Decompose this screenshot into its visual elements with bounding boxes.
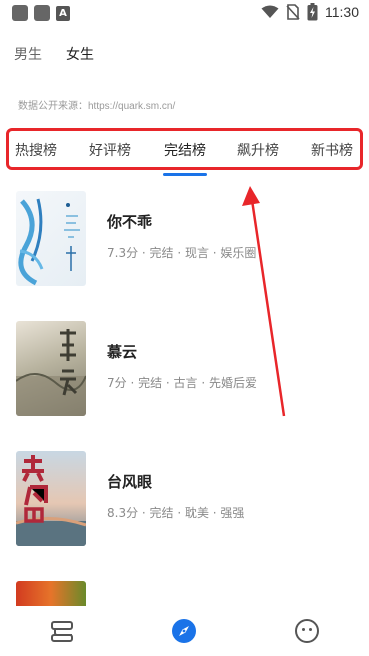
- book-cover: [16, 451, 86, 546]
- tab-male[interactable]: 男生: [14, 44, 42, 64]
- tab-new-books[interactable]: 新书榜: [311, 140, 353, 160]
- book-cover: [16, 581, 86, 606]
- book-title: 台风眼: [107, 473, 153, 491]
- status-notifications: A: [12, 5, 70, 21]
- book-title: 慕云: [107, 343, 138, 361]
- notification-icon: [12, 5, 28, 21]
- tab-rising[interactable]: 飙升榜: [237, 140, 279, 160]
- data-source-note: 数据公开来源：https://quark.sm.cn/: [18, 101, 176, 112]
- status-system: 11:30: [261, 3, 359, 21]
- book-meta: 8.3分 · 完结 · 耽美 · 强强: [107, 506, 245, 520]
- no-sim-icon: [286, 4, 300, 20]
- book-cover: [16, 191, 86, 286]
- book-item[interactable]: [16, 581, 346, 606]
- battery-icon: [307, 3, 318, 21]
- tab-hot-search[interactable]: 热搜榜: [15, 140, 57, 160]
- notification-a-icon: A: [56, 6, 70, 21]
- wifi-icon: [261, 5, 279, 18]
- rank-tabs: 热搜榜 好评榜 完结榜 飙升榜 新书榜: [6, 128, 363, 170]
- compass-icon[interactable]: [171, 618, 197, 644]
- book-item[interactable]: 慕云 7分 · 完结 · 古言 · 先婚后爱: [16, 321, 346, 421]
- book-item[interactable]: 你不乖 7.3分 · 完结 · 现言 · 娱乐圈: [16, 191, 346, 291]
- status-time: 11:30: [325, 4, 359, 20]
- cover-art: [18, 198, 80, 286]
- bottom-navigation: [0, 606, 369, 656]
- gender-tabs: 男生 女生: [14, 44, 94, 64]
- cover-art: [16, 455, 86, 546]
- book-meta: 7.3分 · 完结 · 现言 · 娱乐圈: [107, 246, 257, 260]
- book-title: 你不乖: [107, 213, 153, 231]
- profile-face-icon[interactable]: [294, 618, 320, 644]
- bookshelf-icon[interactable]: [49, 618, 75, 644]
- tab-female[interactable]: 女生: [66, 44, 94, 64]
- book-cover: [16, 321, 86, 416]
- status-bar: A 11:30: [0, 0, 369, 26]
- notification-icon: [34, 5, 50, 21]
- tab-top-rated[interactable]: 好评榜: [89, 140, 131, 160]
- cover-art: [16, 329, 86, 416]
- active-tab-indicator: [163, 173, 207, 176]
- book-meta: 7分 · 完结 · 古言 · 先婚后爱: [107, 376, 257, 390]
- book-item[interactable]: 台风眼 8.3分 · 完结 · 耽美 · 强强: [16, 451, 346, 551]
- tab-completed[interactable]: 完结榜: [164, 140, 206, 160]
